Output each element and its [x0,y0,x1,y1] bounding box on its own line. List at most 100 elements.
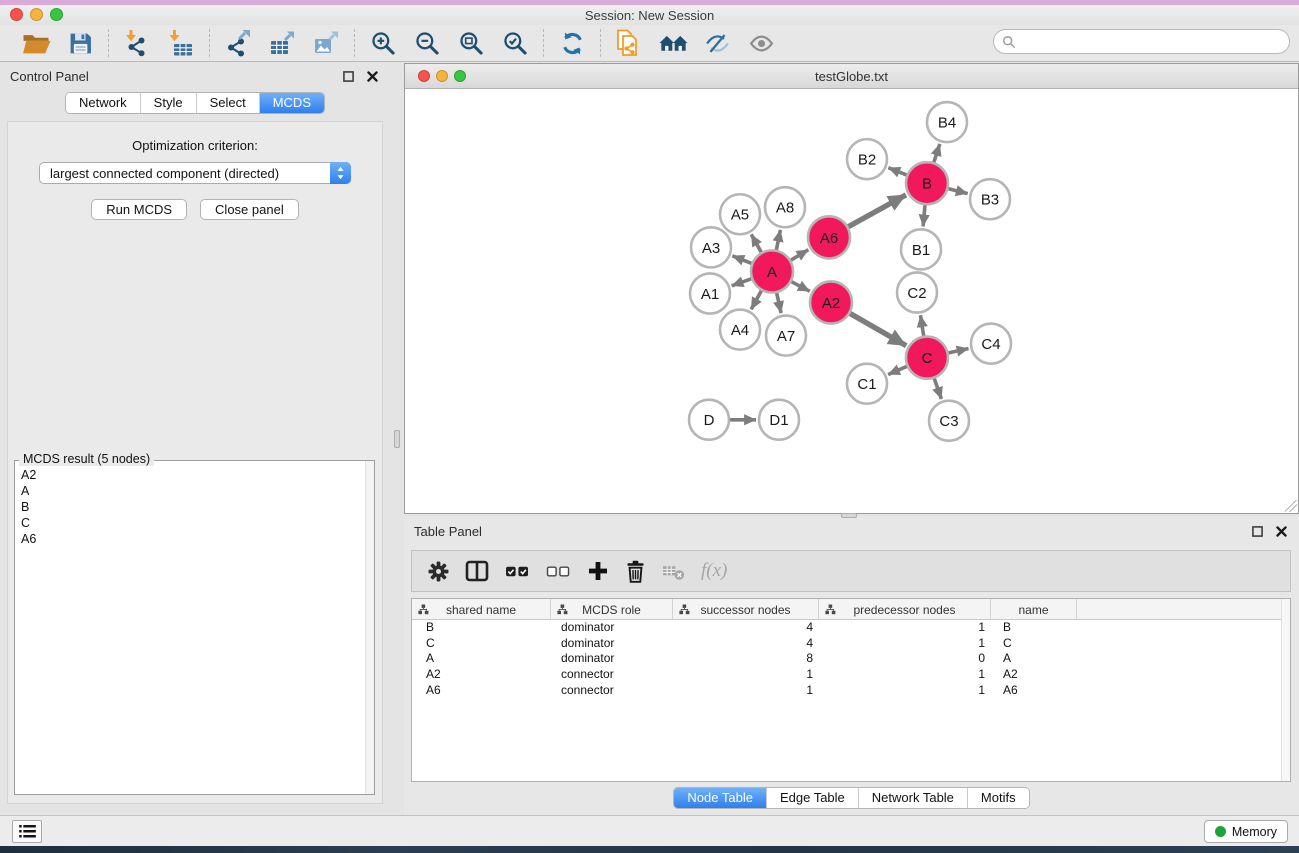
table-row[interactable]: Cdominator41C [412,636,1290,652]
panel-splitter-vertical[interactable] [390,62,404,815]
select-all-button[interactable] [505,561,530,582]
panel-splitter-horizontal[interactable] [404,514,1299,517]
zoom-fit-button[interactable] [453,28,489,58]
zoom-selected-button[interactable] [497,28,533,58]
search-box[interactable] [993,29,1290,54]
export-image-button[interactable] [308,28,344,58]
table-cell[interactable]: 0 [819,651,991,667]
result-list-scrollbar[interactable] [365,461,374,794]
tab-node-table[interactable]: Node Table [674,788,766,808]
node-A1[interactable]: A1 [690,273,730,313]
table-cell[interactable]: dominator [551,636,673,652]
table-cell[interactable]: dominator [551,651,673,667]
column-header-mcds-role[interactable]: MCDS role [551,599,673,620]
table-cell[interactable]: A [991,651,1077,667]
table-cell[interactable]: B [412,620,551,636]
import-network-button[interactable] [119,28,155,58]
result-list-item[interactable]: A6 [16,531,373,547]
node-A3[interactable]: A3 [691,227,731,267]
zoom-in-button[interactable] [365,28,401,58]
memory-button[interactable]: Memory [1204,820,1288,843]
tab-motifs[interactable]: Motifs [967,788,1029,808]
node-B[interactable]: B [906,162,948,204]
node-A8[interactable]: A8 [765,187,805,227]
table-cell[interactable]: 1 [673,683,819,699]
column-header-name[interactable]: name [991,599,1077,620]
open-file-button[interactable] [18,28,54,58]
deselect-all-button[interactable] [546,561,571,582]
table-cell[interactable]: 1 [819,683,991,699]
refresh-view-button[interactable] [554,28,590,58]
search-input[interactable] [1021,32,1289,52]
node-D[interactable]: D [689,400,729,440]
home-view-button[interactable] [655,28,691,58]
delete-column-button[interactable] [625,560,646,583]
table-cell[interactable]: 1 [819,636,991,652]
show-all-button[interactable] [743,28,779,58]
table-cell[interactable]: 1 [819,620,991,636]
clone-network-button[interactable] [611,28,647,58]
hide-selected-button[interactable] [699,28,735,58]
node-A7[interactable]: A7 [766,316,806,356]
splitter-handle[interactable] [394,430,400,448]
table-row[interactable]: Bdominator41B [412,620,1290,636]
node-A5[interactable]: A5 [720,194,760,234]
settings-gear-button[interactable] [428,561,449,582]
create-column-button[interactable] [587,560,609,582]
node-B2[interactable]: B2 [847,139,887,179]
result-list-item[interactable]: B [16,499,373,515]
table-cell[interactable]: 4 [673,636,819,652]
table-cell[interactable]: dominator [551,620,673,636]
table-cell[interactable]: 4 [673,620,819,636]
table-cell[interactable]: 1 [819,667,991,683]
table-cell[interactable]: B [991,620,1077,636]
node-A4[interactable]: A4 [720,310,760,350]
import-table-button[interactable] [163,28,199,58]
node-B4[interactable]: B4 [927,102,967,142]
tab-style[interactable]: Style [140,93,196,113]
tab-edge-table[interactable]: Edge Table [766,788,858,808]
tab-mcds[interactable]: MCDS [259,93,324,113]
close-panel-action-button[interactable]: Close panel [200,199,299,220]
table-cell[interactable]: connector [551,683,673,699]
tab-network-table[interactable]: Network Table [858,788,967,808]
table-cell[interactable]: connector [551,667,673,683]
table-cell[interactable]: 1 [673,667,819,683]
node-C1[interactable]: C1 [847,364,887,404]
table-cell[interactable]: C [991,636,1077,652]
node-A2[interactable]: A2 [810,281,852,323]
float-panel-button[interactable] [340,70,356,84]
node-A[interactable]: A [751,250,793,292]
save-session-button[interactable] [62,28,98,58]
node-C2[interactable]: C2 [897,272,937,312]
window-resize-grip[interactable] [1285,500,1297,512]
run-mcds-button[interactable]: Run MCDS [91,199,187,220]
node-C4[interactable]: C4 [971,324,1011,364]
table-scrollbar[interactable] [1281,599,1290,781]
table-cell[interactable]: 8 [673,651,819,667]
table-row[interactable]: Adominator80A [412,651,1290,667]
optimization-criterion-select[interactable]: largest connected component (directed) [39,162,351,184]
export-table-button[interactable] [264,28,300,58]
node-C3[interactable]: C3 [929,401,969,441]
table-cell[interactable]: A6 [991,683,1077,699]
result-list-item[interactable]: C [16,515,373,531]
result-list-item[interactable]: A [16,483,373,499]
table-cell[interactable]: A [412,651,551,667]
node-B1[interactable]: B1 [901,229,941,269]
table-cell[interactable]: C [412,636,551,652]
table-row[interactable]: A2connector11A2 [412,667,1290,683]
node-C[interactable]: C [906,337,948,379]
table-row[interactable]: A6connector11A6 [412,683,1290,699]
table-cell[interactable]: A2 [412,667,551,683]
tab-select[interactable]: Select [196,93,259,113]
column-header-successor-nodes[interactable]: successor nodes [673,599,819,620]
export-network-button[interactable] [220,28,256,58]
task-history-button[interactable] [12,820,42,843]
network-canvas[interactable]: B4B2BB3A5A8A6B1A3AC2A1A2A4A7C4CC1C3DD1 [405,89,1298,513]
node-A6[interactable]: A6 [808,216,850,258]
table-cell[interactable]: A2 [991,667,1077,683]
table-cell[interactable]: A6 [412,683,551,699]
zoom-out-button[interactable] [409,28,445,58]
close-panel-button[interactable] [1273,525,1289,539]
